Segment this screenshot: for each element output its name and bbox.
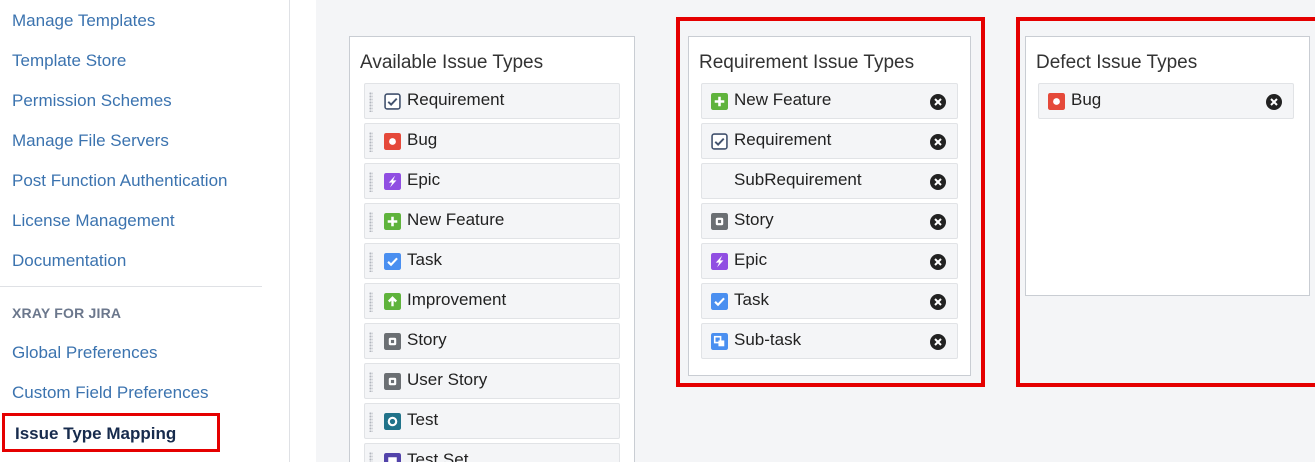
requirement-icon [711,133,728,150]
available-item-improvement[interactable]: Improvement [364,283,620,319]
list-item-label: Epic [734,250,768,269]
requirement-item-sub-task[interactable]: Sub-task [701,323,958,359]
story-icon [384,373,401,390]
sidebar-item-label: Issue Type Mapping [15,424,177,443]
task-icon [384,253,401,270]
defect-issue-types-panel: Defect Issue Types Bug [1025,36,1310,296]
available-item-requirement[interactable]: Requirement [364,83,620,119]
requirement-item-epic[interactable]: Epic [701,243,958,279]
drag-handle[interactable] [369,292,373,312]
test-set-icon [384,453,401,462]
drag-handle[interactable] [369,452,373,462]
story-icon [711,213,728,230]
drag-handle[interactable] [369,172,373,192]
available-item-new-feature[interactable]: New Feature [364,203,620,239]
requirement-item-story[interactable]: Story [701,203,958,239]
remove-icon[interactable] [930,214,946,230]
available-item-bug[interactable]: Bug [364,123,620,159]
list-item-label: Bug [1071,90,1102,109]
list-item-label: Story [734,210,774,229]
list-item-label: Bug [407,130,438,149]
task-icon [711,293,728,310]
new-feature-icon [711,93,728,110]
test-icon [384,413,401,430]
available-item-test[interactable]: Test [364,403,620,439]
available-issue-types-title: Available Issue Types [360,52,544,73]
remove-icon[interactable] [930,174,946,190]
remove-icon[interactable] [1266,94,1282,110]
available-item-task[interactable]: Task [364,243,620,279]
sidebar-link-custom-field-preferences[interactable]: Custom Field Preferences [12,383,209,403]
available-item-story[interactable]: Story [364,323,620,359]
sidebar-link-post-function-authentication[interactable]: Post Function Authentication [12,171,227,191]
available-item-user-story[interactable]: User Story [364,363,620,399]
admin-sidebar: Manage Templates Template Store Permissi… [0,0,290,462]
list-item-label: Requirement [734,130,832,149]
drag-handle[interactable] [369,92,373,112]
available-item-test-set[interactable]: Test Set [364,443,620,462]
sidebar-link-permission-schemes[interactable]: Permission Schemes [12,91,172,111]
remove-icon[interactable] [930,134,946,150]
defect-issue-types-title: Defect Issue Types [1036,52,1198,73]
defect-item-bug[interactable]: Bug [1038,83,1294,119]
drag-handle[interactable] [369,132,373,152]
epic-icon [711,253,728,270]
list-item-label: Epic [407,170,441,189]
main-content: Available Issue Types Requirement Bug Ep… [316,0,1315,462]
requirement-issue-types-title: Requirement Issue Types [699,52,915,73]
available-issue-types-panel: Available Issue Types Requirement Bug Ep… [349,36,635,462]
epic-icon [384,173,401,190]
sidebar-link-template-store[interactable]: Template Store [12,51,126,71]
drag-handle[interactable] [369,212,373,232]
sidebar-link-documentation[interactable]: Documentation [12,251,126,271]
sidebar-link-global-preferences[interactable]: Global Preferences [12,343,158,363]
list-item-label: Improvement [407,290,507,309]
drag-handle[interactable] [369,332,373,352]
list-item-label: New Feature [734,90,832,109]
list-item-label: Test Set [407,450,469,462]
drag-handle[interactable] [369,372,373,392]
requirement-issue-types-panel: Requirement Issue Types New Feature Requ… [688,36,971,376]
remove-icon[interactable] [930,294,946,310]
sidebar-link-manage-file-servers[interactable]: Manage File Servers [12,131,169,151]
new-feature-icon [384,213,401,230]
remove-icon[interactable] [930,334,946,350]
list-item-label: Test [407,410,439,429]
story-icon [384,333,401,350]
requirement-item-requirement[interactable]: Requirement [701,123,958,159]
list-item-label: Requirement [407,90,505,109]
list-item-label: Task [734,290,769,309]
drag-handle[interactable] [369,412,373,432]
list-item-label: Task [407,250,442,269]
available-item-epic[interactable]: Epic [364,163,620,199]
remove-icon[interactable] [930,254,946,270]
bug-icon [1048,93,1065,110]
list-item-label: Story [407,330,447,349]
list-item-label: SubRequirement [734,170,862,189]
requirement-item-task[interactable]: Task [701,283,958,319]
remove-icon[interactable] [930,94,946,110]
list-item-label: User Story [407,370,488,389]
sidebar-link-manage-templates[interactable]: Manage Templates [12,11,155,31]
sidebar-item-issue-type-mapping[interactable]: Issue Type Mapping [2,413,220,452]
sidebar-section-heading: XRAY FOR JIRA [12,305,122,321]
sidebar-link-license-management[interactable]: License Management [12,211,175,231]
requirement-icon [384,93,401,110]
sidebar-divider [0,286,262,287]
requirement-item-new-feature[interactable]: New Feature [701,83,958,119]
bug-icon [384,133,401,150]
requirement-item-subrequirement[interactable]: SubRequirement [701,163,958,199]
list-item-label: New Feature [407,210,505,229]
subtask-icon [711,333,728,350]
improvement-icon [384,293,401,310]
drag-handle[interactable] [369,252,373,272]
list-item-label: Sub-task [734,330,802,349]
